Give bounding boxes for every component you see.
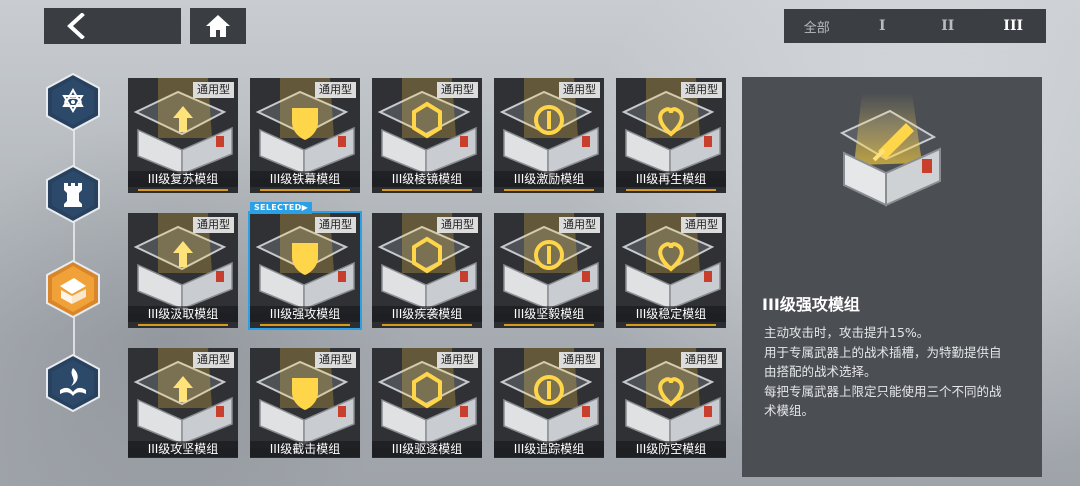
module-type-badge: 通用型 [559, 82, 600, 98]
module-type-badge: 通用型 [193, 82, 234, 98]
detail-line: 术模组。 [764, 403, 815, 418]
module-card[interactable]: 通用型 III级坚毅模组 [494, 213, 604, 328]
module-card[interactable]: 通用型 III级再生模组 [616, 78, 726, 193]
module-name: III级强攻模组 [250, 306, 360, 322]
module-name: III级棱镜模组 [372, 171, 482, 187]
module-type-badge: 通用型 [681, 352, 722, 368]
module-progress-bar [626, 324, 716, 326]
module-type-badge: 通用型 [315, 82, 356, 98]
module-card[interactable]: 通用型 III级防空模组 [616, 348, 726, 458]
detail-line: 每把专属武器上限定只能使用三个不同的战 [764, 383, 1002, 399]
module-progress-bar [626, 189, 716, 191]
back-button[interactable] [44, 8, 181, 44]
star-eye-icon [46, 73, 100, 131]
module-card[interactable]: 通用型 III级激励模组 [494, 78, 604, 193]
module-name: III级坚毅模组 [494, 306, 604, 322]
category-button[interactable] [44, 354, 102, 412]
module-grid: 通用型 III级复苏模组 通用型 III级铁幕模组 通用型 III级棱镜模组 通用型 III级… [128, 78, 728, 458]
module-name: III级稳定模组 [616, 306, 726, 322]
module-card[interactable]: 通用型 III级攻坚模组 [128, 348, 238, 458]
tier-2-tab[interactable]: II [919, 18, 977, 34]
category-button[interactable] [44, 73, 102, 131]
tier-3-tab[interactable]: III [984, 18, 1042, 34]
module-case-icon [46, 260, 100, 318]
selected-indicator: SELECTED▶ [250, 202, 313, 214]
module-type-badge: 通用型 [193, 217, 234, 233]
detail-description: 主动攻击时，攻击提升15%。 用于专属武器上的战术插槽，为特勤提供自 由搭配的战… [764, 323, 1032, 421]
module-progress-bar [382, 189, 472, 191]
module-type-badge: 通用型 [437, 352, 478, 368]
module-name: III级激励模组 [494, 171, 604, 187]
module-name: III级复苏模组 [128, 171, 238, 187]
module-card[interactable]: 通用型 III级驱逐模组 [372, 348, 482, 458]
module-card[interactable]: 通用型 III级强攻模组 SELECTED▶ [248, 202, 362, 330]
detail-line: 主动攻击时，攻击提升15%。 [764, 325, 930, 340]
module-name: III级驱逐模组 [372, 441, 482, 457]
module-type-badge: 通用型 [437, 217, 478, 233]
module-name: III级防空模组 [616, 441, 726, 457]
module-progress-bar [260, 189, 350, 191]
module-name: III级再生模组 [616, 171, 726, 187]
module-progress-bar [138, 189, 228, 191]
module-card[interactable]: 通用型 III级截击模组 [250, 348, 360, 458]
category-button[interactable] [44, 165, 102, 223]
module-progress-bar [382, 324, 472, 326]
chevron-left-icon [67, 13, 85, 39]
module-type-badge: 通用型 [681, 82, 722, 98]
module-name: III级汲取模组 [128, 306, 238, 322]
rook-icon [46, 165, 100, 223]
module-card[interactable]: 通用型 III级复苏模组 [128, 78, 238, 193]
module-progress-bar [138, 324, 228, 326]
tier-filter-bar: 全部 I II III [784, 9, 1046, 43]
module-type-badge: 通用型 [559, 352, 600, 368]
module-type-badge: 通用型 [315, 217, 356, 233]
module-case-art [839, 93, 941, 207]
module-card[interactable]: 通用型 III级疾袭模组 [372, 213, 482, 328]
detail-line: 用于专属武器上的战术插槽，为特勤提供自 [764, 344, 1002, 360]
detail-title: III级强攻模组 [762, 295, 860, 314]
module-type-badge: 通用型 [437, 82, 478, 98]
module-type-badge: 通用型 [681, 217, 722, 233]
module-name: III级攻坚模组 [128, 441, 238, 457]
module-progress-bar [504, 189, 594, 191]
module-type-badge: 通用型 [315, 352, 356, 368]
module-name: III级截击模组 [250, 441, 360, 457]
module-card[interactable]: 通用型 III级棱镜模组 [372, 78, 482, 193]
module-card[interactable]: 通用型 III级铁幕模组 [250, 78, 360, 193]
module-name: III级追踪模组 [494, 441, 604, 457]
module-progress-bar [504, 324, 594, 326]
module-card[interactable]: 通用型 III级稳定模组 [616, 213, 726, 328]
module-type-badge: 通用型 [193, 352, 234, 368]
module-name: III级疾袭模组 [372, 306, 482, 322]
category-button[interactable] [44, 260, 102, 318]
module-detail-panel: III级强攻模组 主动攻击时，攻击提升15%。 用于专属武器上的战术插槽，为特勤… [742, 77, 1042, 477]
module-card[interactable]: 通用型 III级汲取模组 [128, 213, 238, 328]
module-type-badge: 通用型 [559, 217, 600, 233]
home-button[interactable] [190, 8, 246, 44]
flame-book-icon [46, 354, 100, 412]
tier-1-tab[interactable]: I [853, 18, 911, 34]
tier-all-tab[interactable]: 全部 [788, 17, 846, 36]
home-icon [206, 15, 230, 37]
module-name: III级铁幕模组 [250, 171, 360, 187]
detail-line: 由搭配的战术选择。 [764, 364, 877, 379]
module-card[interactable]: 通用型 III级追踪模组 [494, 348, 604, 458]
module-progress-bar [260, 324, 350, 326]
